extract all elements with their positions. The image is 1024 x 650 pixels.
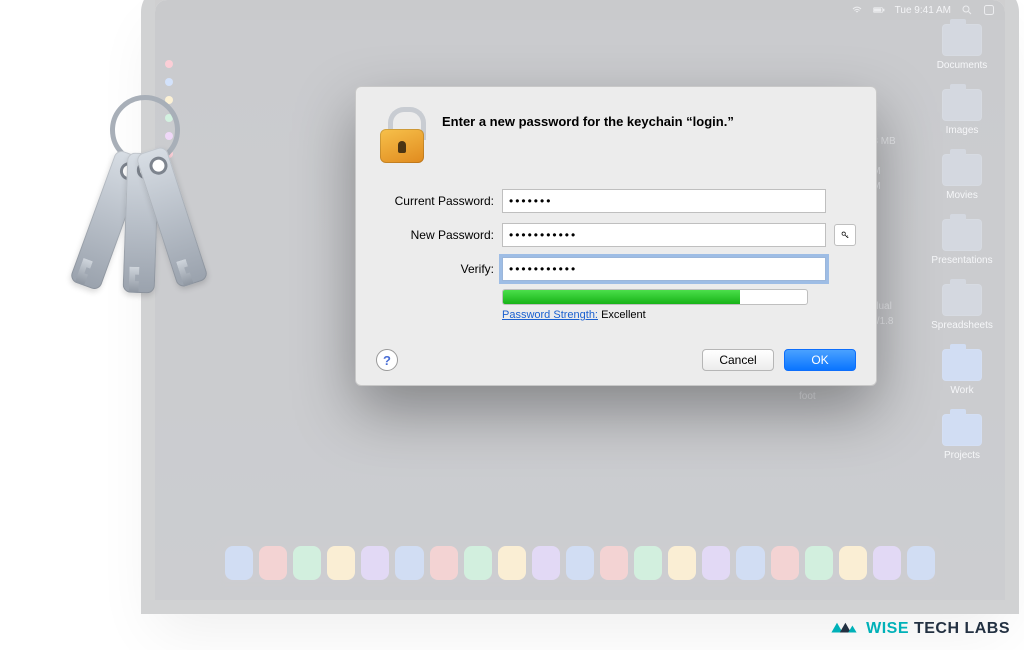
tag-dot bbox=[165, 60, 173, 68]
menu-clock: Tue 9:41 AM bbox=[895, 5, 951, 16]
folder-icon bbox=[942, 89, 982, 121]
stage: Tue 9:41 AM Pink Hat Model .JPG JPEG ima… bbox=[0, 0, 1024, 650]
stack-item[interactable]: Documents bbox=[937, 24, 988, 71]
desktop-stacks: Documents Images Movies Presentations Spread… bbox=[927, 24, 997, 520]
dock-app-icon[interactable] bbox=[907, 546, 935, 580]
folder-icon bbox=[942, 349, 982, 381]
password-strength-meter bbox=[502, 289, 808, 305]
wtl-mark-icon bbox=[830, 618, 858, 640]
stack-item[interactable]: Projects bbox=[942, 414, 982, 461]
dock-app-icon[interactable] bbox=[873, 546, 901, 580]
control-center-icon bbox=[983, 4, 995, 16]
stack-item[interactable]: Images bbox=[942, 89, 982, 136]
dock-app-icon[interactable] bbox=[600, 546, 628, 580]
stack-item[interactable]: Movies bbox=[942, 154, 982, 201]
password-assistant-button[interactable] bbox=[834, 224, 856, 246]
brand-b: TECH LABS bbox=[909, 620, 1010, 637]
stack-label: Spreadsheets bbox=[931, 320, 993, 331]
dock-app-icon[interactable] bbox=[839, 546, 867, 580]
dock bbox=[215, 536, 945, 590]
info-line: foot bbox=[799, 389, 919, 404]
password-strength-link[interactable]: Password Strength: bbox=[502, 309, 598, 321]
keychain-keys-icon bbox=[70, 95, 220, 305]
dock-app-icon[interactable] bbox=[395, 546, 423, 580]
brand-a: WISE bbox=[866, 620, 909, 637]
dock-app-icon[interactable] bbox=[361, 546, 389, 580]
current-password-input[interactable] bbox=[502, 189, 826, 213]
stack-label: Presentations bbox=[931, 255, 992, 266]
change-keychain-password-dialog: Enter a new password for the keychain “l… bbox=[355, 86, 877, 386]
new-password-label: New Password: bbox=[376, 228, 494, 242]
verify-password-input[interactable] bbox=[502, 257, 826, 281]
dock-app-icon[interactable] bbox=[464, 546, 492, 580]
folder-icon bbox=[942, 284, 982, 316]
stack-label: Movies bbox=[946, 190, 978, 201]
stack-label: Documents bbox=[937, 60, 988, 71]
dock-app-icon[interactable] bbox=[327, 546, 355, 580]
folder-icon bbox=[942, 414, 982, 446]
ok-button[interactable]: OK bbox=[784, 349, 856, 371]
dock-app-icon[interactable] bbox=[293, 546, 321, 580]
dock-app-icon[interactable] bbox=[259, 546, 287, 580]
dock-app-icon[interactable] bbox=[771, 546, 799, 580]
verify-password-label: Verify: bbox=[376, 262, 494, 276]
dock-app-icon[interactable] bbox=[805, 546, 833, 580]
stack-item[interactable]: Spreadsheets bbox=[931, 284, 993, 331]
cancel-button[interactable]: Cancel bbox=[702, 349, 774, 371]
folder-icon bbox=[942, 24, 982, 56]
wifi-icon bbox=[851, 4, 863, 16]
dock-app-icon[interactable] bbox=[702, 546, 730, 580]
menu-bar: Tue 9:41 AM bbox=[155, 0, 1005, 20]
stack-item[interactable]: Work bbox=[942, 349, 982, 396]
dialog-title: Enter a new password for the keychain “l… bbox=[442, 113, 734, 131]
stack-label: Projects bbox=[944, 450, 980, 461]
lock-icon bbox=[376, 107, 428, 163]
stack-label: Work bbox=[950, 385, 973, 396]
battery-icon bbox=[873, 4, 885, 16]
wise-tech-labs-logo: WISE TECH LABS bbox=[830, 618, 1010, 640]
dock-app-icon[interactable] bbox=[498, 546, 526, 580]
dock-app-icon[interactable] bbox=[430, 546, 458, 580]
help-button[interactable]: ? bbox=[376, 349, 398, 371]
dock-app-icon[interactable] bbox=[736, 546, 764, 580]
search-icon bbox=[961, 4, 973, 16]
dock-app-icon[interactable] bbox=[225, 546, 253, 580]
password-strength-value: Excellent bbox=[601, 309, 646, 321]
new-password-input[interactable] bbox=[502, 223, 826, 247]
folder-icon bbox=[942, 154, 982, 186]
dock-app-icon[interactable] bbox=[634, 546, 662, 580]
stack-item[interactable]: Presentations bbox=[931, 219, 992, 266]
folder-icon bbox=[942, 219, 982, 251]
dock-app-icon[interactable] bbox=[668, 546, 696, 580]
dock-app-icon[interactable] bbox=[532, 546, 560, 580]
key-icon bbox=[841, 229, 849, 241]
current-password-label: Current Password: bbox=[376, 194, 494, 208]
dock-app-icon[interactable] bbox=[566, 546, 594, 580]
tag-dot bbox=[165, 78, 173, 86]
stack-label: Images bbox=[946, 125, 979, 136]
